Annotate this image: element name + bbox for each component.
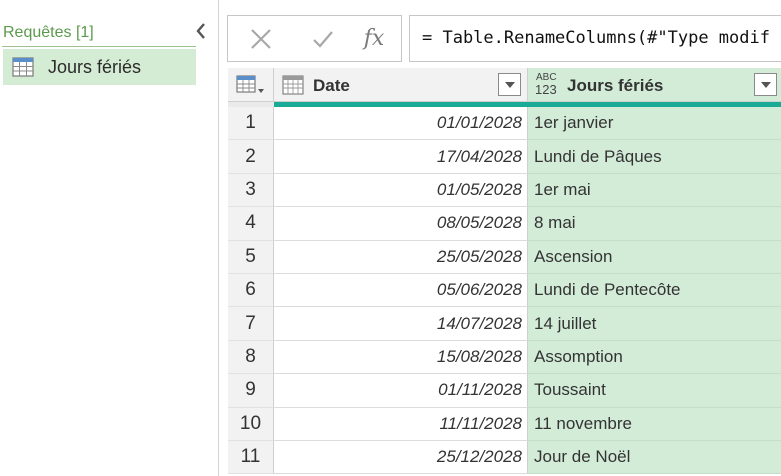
commit-button[interactable] [304, 16, 342, 61]
cancel-button[interactable] [242, 16, 280, 61]
query-item-jours-feries[interactable]: Jours fériés [3, 49, 196, 85]
chevron-down-icon [760, 81, 771, 88]
chevron-down-icon [504, 81, 515, 88]
row-number[interactable]: 6 [228, 274, 274, 308]
cell-date[interactable]: 25/12/2028 [274, 441, 528, 475]
data-grid: Date ABC 123 Jours fériés 1 01/01/2028 1er… [228, 68, 781, 476]
table-menu-button[interactable] [228, 68, 274, 102]
filter-dropdown-date[interactable] [498, 73, 521, 96]
collapse-pane-button[interactable] [192, 20, 210, 42]
table-row: 1 01/01/2028 1er janvier [228, 107, 781, 141]
query-item-label: Jours fériés [48, 56, 142, 77]
cell-date[interactable]: 05/06/2028 [274, 274, 528, 308]
cell-date[interactable]: 01/11/2028 [274, 374, 528, 408]
cell-date[interactable]: 11/11/2028 [274, 407, 528, 441]
table-row: 7 14/07/2028 14 juillet [228, 307, 781, 341]
table-row: 5 25/05/2028 Ascension [228, 240, 781, 274]
row-number[interactable]: 5 [228, 240, 274, 274]
row-number[interactable]: 1 [228, 107, 274, 141]
cell-jours-feries[interactable]: Lundi de Pentecôte [528, 274, 781, 308]
table-row: 8 15/08/2028 Assomption [228, 340, 781, 375]
abc-123-icon: ABC 123 [535, 72, 557, 97]
cell-jours-feries[interactable]: Ascension [528, 240, 781, 274]
row-number[interactable]: 7 [228, 307, 274, 341]
cell-date[interactable]: 17/04/2028 [274, 140, 528, 174]
formula-input[interactable]: = Table.RenameColumns(#"Type modif [409, 15, 781, 62]
row-number[interactable]: 2 [228, 140, 274, 174]
chevron-left-icon [196, 23, 205, 39]
row-number[interactable]: 9 [228, 374, 274, 408]
x-icon [251, 28, 271, 49]
table-row: 6 05/06/2028 Lundi de Pentecôte [228, 274, 781, 308]
cell-jours-feries[interactable]: 8 mai [528, 207, 781, 241]
cell-jours-feries[interactable]: 14 juillet [528, 307, 781, 341]
cell-date[interactable]: 01/01/2028 [274, 107, 528, 141]
cell-date[interactable]: 25/05/2028 [274, 240, 528, 274]
fx-button[interactable]: fx [356, 16, 392, 61]
column-name-jours-feries: Jours fériés [567, 76, 664, 95]
row-number[interactable]: 11 [228, 441, 274, 475]
table-icon [12, 57, 34, 77]
table-row: 2 17/04/2028 Lundi de Pâques [228, 140, 781, 174]
cell-jours-feries[interactable]: Toussaint [528, 374, 781, 408]
cell-jours-feries[interactable]: 1er mai [528, 173, 781, 208]
row-number[interactable]: 3 [228, 173, 274, 208]
cell-jours-feries[interactable]: 1er janvier [528, 107, 781, 141]
filter-dropdown-jours-feries[interactable] [754, 73, 777, 96]
cell-date[interactable]: 15/08/2028 [274, 340, 528, 375]
table-row: 11 25/12/2028 Jour de Noël [228, 441, 781, 475]
column-header-date[interactable]: Date [274, 68, 528, 102]
checkmark-icon [313, 30, 333, 48]
column-header-jours-feries[interactable]: ABC 123 Jours fériés [528, 68, 781, 102]
cell-jours-feries[interactable]: Assomption [528, 340, 781, 375]
cell-jours-feries[interactable]: 11 novembre [528, 407, 781, 441]
table-row: 10 11/11/2028 11 novembre [228, 407, 781, 441]
cell-jours-feries[interactable]: Jour de Noël [528, 441, 781, 475]
table-row: 4 08/05/2028 8 mai [228, 207, 781, 241]
queries-divider [2, 46, 196, 47]
cell-date[interactable]: 14/07/2028 [274, 307, 528, 341]
queries-pane: Requêtes [1] Jours fériés [0, 0, 219, 476]
row-number[interactable]: 4 [228, 207, 274, 241]
cell-date[interactable]: 08/05/2028 [274, 207, 528, 241]
table-row: 3 01/05/2028 1er mai [228, 173, 781, 208]
queries-header: Requêtes [1] [3, 24, 94, 41]
row-number[interactable]: 10 [228, 407, 274, 441]
cell-jours-feries[interactable]: Lundi de Pâques [528, 140, 781, 174]
row-number[interactable]: 8 [228, 340, 274, 375]
calendar-table-icon [282, 75, 304, 95]
column-name-date: Date [313, 76, 350, 95]
table-menu-icon [235, 74, 264, 93]
formula-buttons: fx [227, 15, 402, 62]
table-row: 9 01/11/2028 Toussaint [228, 374, 781, 408]
cell-date[interactable]: 01/05/2028 [274, 173, 528, 208]
